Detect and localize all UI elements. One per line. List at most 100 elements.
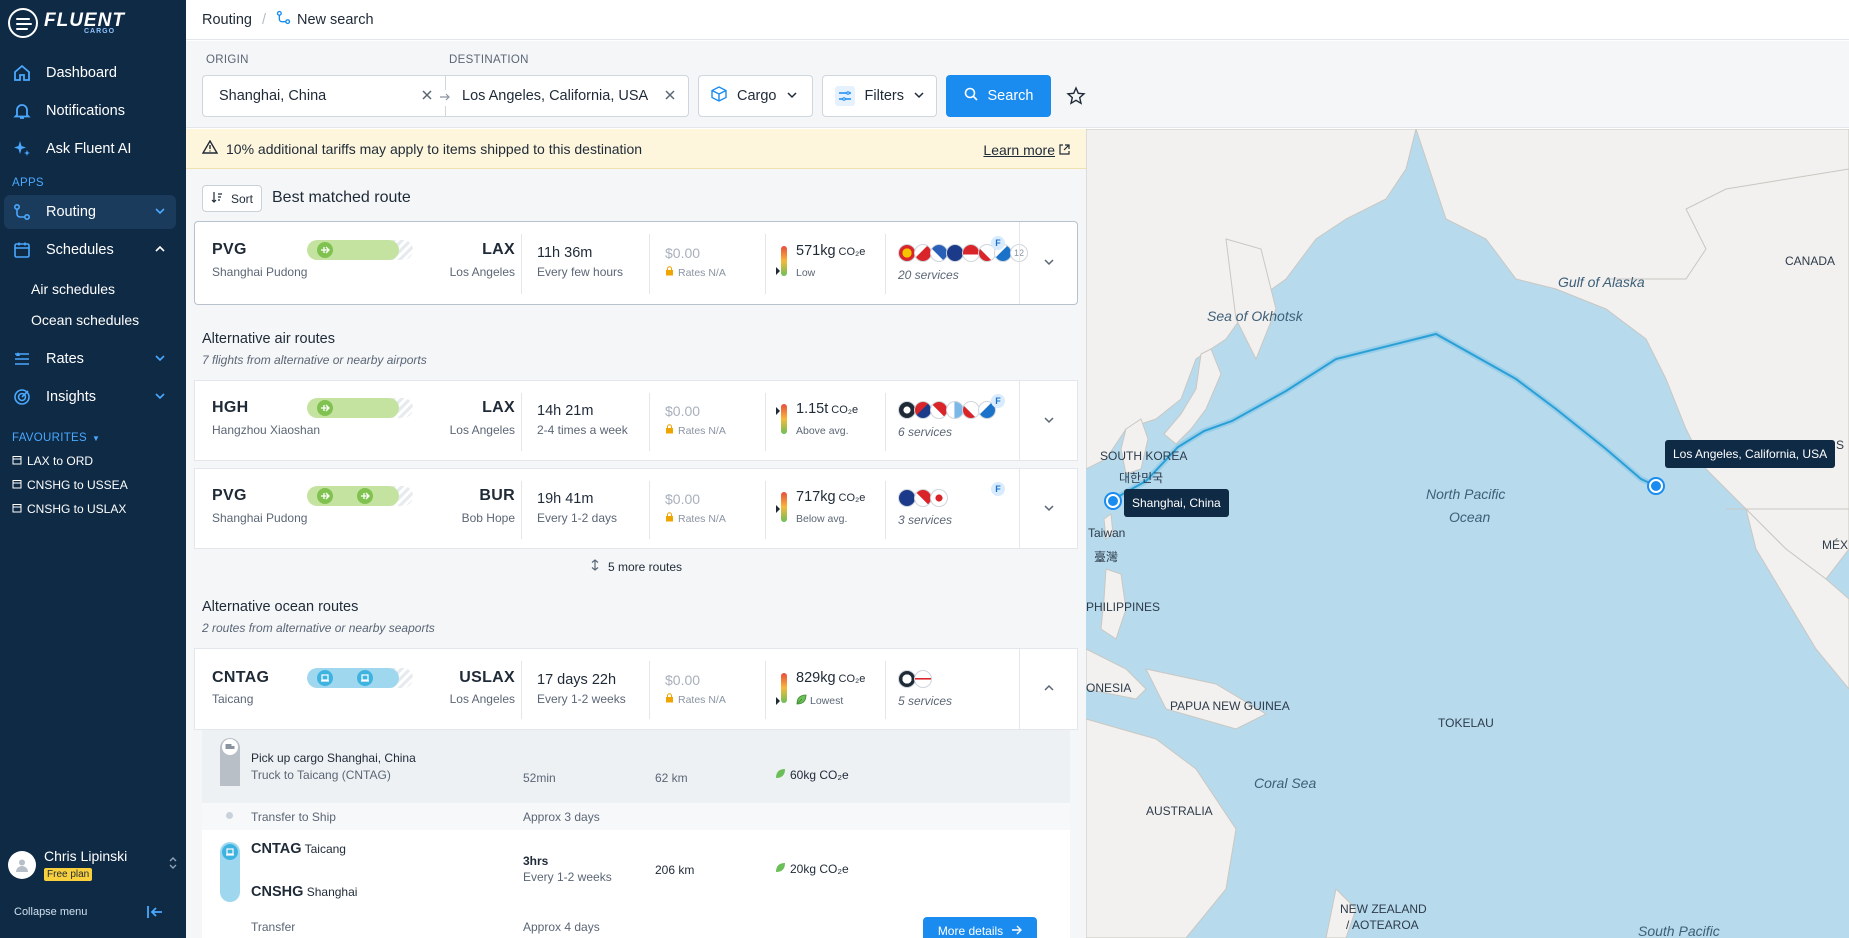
sort-icon (211, 191, 223, 206)
origin-name: Shanghai Pudong (212, 265, 308, 279)
services-count: 20 services (898, 268, 959, 282)
expand-route-button[interactable] (1019, 222, 1077, 304)
destination-pin[interactable] (1649, 479, 1663, 493)
route-map[interactable]: CANADA Gulf of Alaska Sea of Okhotsk SOU… (1086, 129, 1849, 938)
route-track (307, 668, 413, 688)
destination-label: DESTINATION (449, 54, 529, 66)
search-button[interactable]: Search (946, 75, 1051, 117)
arrow-right-icon (439, 90, 451, 106)
sidebar-item-dashboard[interactable]: Dashboard (4, 56, 176, 90)
map-label-korea-native: 대한민국 (1119, 471, 1164, 485)
destination-name: Los Angeles (449, 692, 515, 706)
caret-icon[interactable]: ▼ (92, 434, 100, 443)
plan-badge: Free plan (44, 868, 93, 881)
frequency: 2-4 times a week (537, 423, 628, 437)
origin-pin[interactable] (1106, 494, 1120, 508)
rates-icon (12, 349, 32, 369)
calendar-icon (12, 240, 32, 260)
duration: 17 days 22h (537, 672, 617, 688)
tariff-warning-banner: 10% additional tariffs may apply to item… (186, 129, 1086, 169)
emissions-level: Low (796, 267, 815, 279)
more-routes-button[interactable]: 5 more routes (186, 559, 1086, 574)
air-route-card[interactable]: HGH Hangzhou Xiaoshan LAX Los Angeles 14… (194, 380, 1078, 461)
lock-icon (665, 424, 674, 437)
airline-logos: 12 (898, 244, 1028, 262)
map-label-tokelau: TOKELAU (1438, 716, 1494, 730)
emissions-level: Below avg. (796, 513, 847, 525)
sidebar-item-routing[interactable]: Routing (4, 195, 176, 229)
fluent-logo-icon (8, 8, 38, 38)
carrier-logo-icon (914, 670, 932, 688)
ship-frequency: Every 1-2 weeks (523, 870, 612, 884)
more-details-button[interactable]: More details (923, 917, 1037, 938)
sort-button[interactable]: Sort (202, 185, 263, 212)
sidebar-item-rates[interactable]: Rates (4, 342, 176, 376)
f-badge: F (991, 482, 1005, 496)
emissions-gauge (781, 404, 787, 434)
favourite-item[interactable]: CNSHG to USSEA (12, 478, 128, 492)
collapse-menu[interactable]: Collapse menu (14, 906, 87, 918)
sidebar-item-ask-fluent-ai[interactable]: Ask Fluent AI (4, 132, 176, 166)
lock-icon (665, 512, 674, 525)
favourite-item[interactable]: CNSHG to USLAX (12, 502, 126, 516)
sidebar-item-label: Schedules (46, 242, 114, 258)
airline-logos (898, 401, 996, 419)
rates-status: Rates N/A (665, 424, 726, 437)
collapse-icon[interactable] (146, 905, 164, 922)
ocean-route-card[interactable]: CNTAG Taicang USLAX Los Angeles 17 days … (194, 648, 1078, 730)
emissions-level-label: Lowest (810, 695, 844, 707)
airline-logos (898, 489, 948, 507)
emissions-level: Above avg. (796, 425, 849, 437)
route-legs-panel: Pick up cargo Shanghai, China Truck to T… (202, 730, 1070, 938)
origin-field[interactable]: Shanghai, China (202, 75, 446, 117)
sidebar-item-label: Ask Fluent AI (46, 141, 132, 157)
origin-value: Shanghai, China (219, 88, 327, 104)
plane-icon (317, 242, 333, 258)
sidebar-item-notifications[interactable]: Notifications (4, 94, 176, 128)
price: $0.00 (665, 672, 701, 688)
sidebar-item-label: Dashboard (46, 65, 117, 81)
logo[interactable]: FLUENT CARGO (8, 8, 125, 38)
pickup-subtitle: Truck to Taicang (CNTAG) (251, 768, 391, 782)
map-label-papua-new-guinea: PAPUA NEW GUINEA (1170, 699, 1290, 713)
calendar-icon (12, 454, 22, 468)
map-label-australia: AUSTRALIA (1146, 804, 1213, 818)
expand-route-button[interactable] (1019, 469, 1077, 548)
learn-more-link[interactable]: Learn more (983, 142, 1070, 158)
airline-logo-icon (930, 489, 948, 507)
map-label-gulf-of-alaska: Gulf of Alaska (1558, 274, 1645, 290)
best-route-card[interactable]: PVG Shanghai Pudong LAX Los Angeles 11h … (194, 221, 1078, 305)
expand-route-button[interactable] (1019, 381, 1077, 460)
sidebar-item-insights[interactable]: Insights (4, 380, 176, 414)
collapse-route-button[interactable] (1019, 649, 1077, 729)
sidebar-item-label: Rates (46, 351, 84, 367)
destination-name: Bob Hope (461, 511, 515, 525)
co2-unit: CO₂e (838, 246, 866, 258)
clear-destination-icon[interactable] (664, 89, 676, 105)
origin-code: PVG (212, 487, 247, 504)
favourite-star-icon[interactable] (1066, 86, 1086, 109)
map-label-north-pacific: North Pacific (1426, 486, 1506, 502)
learn-more-label: Learn more (983, 142, 1055, 158)
emissions-level-label: Low (796, 267, 816, 279)
sidebar-subitem-ocean-schedules[interactable]: Ocean schedules (31, 312, 139, 328)
destination-field[interactable]: Los Angeles, California, USA (445, 75, 689, 117)
plane-icon (357, 488, 373, 504)
cargo-dropdown[interactable]: Cargo (698, 75, 813, 117)
air-route-card[interactable]: PVG Shanghai Pudong BUR Bob Hope 19h 41m… (194, 468, 1078, 549)
ship-from-name: Taicang (304, 842, 346, 856)
user-menu[interactable]: Chris Lipinski Free plan (8, 848, 178, 881)
breadcrumb: Routing / New search (186, 0, 1849, 40)
route-search-bar: ORIGIN DESTINATION Shanghai, China Los A… (186, 41, 1849, 128)
rates-status: Rates N/A (665, 693, 726, 706)
services-count: 6 services (898, 425, 953, 439)
sidebar-item-schedules[interactable]: Schedules (4, 233, 176, 267)
warning-text: 10% additional tariffs may apply to item… (226, 140, 643, 157)
clear-origin-icon[interactable] (421, 89, 433, 105)
sidebar-subitem-air-schedules[interactable]: Air schedules (31, 281, 115, 297)
route-track (307, 398, 413, 418)
favourite-item[interactable]: LAX to ORD (12, 454, 93, 468)
filters-dropdown[interactable]: Filters (822, 75, 937, 117)
breadcrumb-root[interactable]: Routing (202, 12, 252, 28)
price: $0.00 (665, 245, 701, 261)
